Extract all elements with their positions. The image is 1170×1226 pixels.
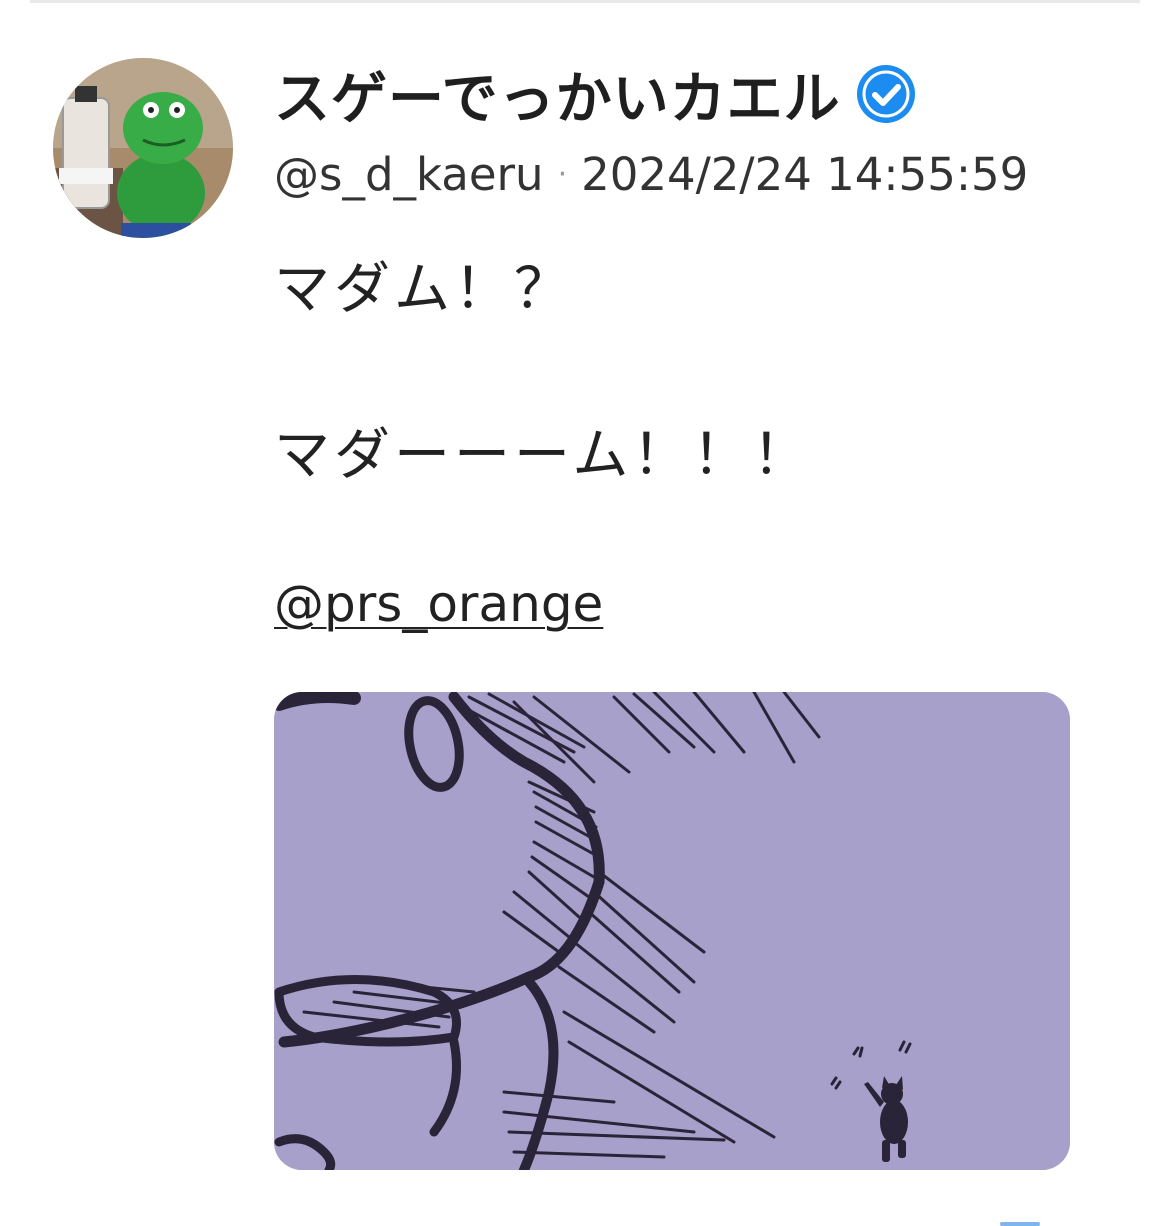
post-body-line-1: マダム！？ xyxy=(274,257,574,322)
post-media-image[interactable] xyxy=(274,692,1070,1170)
frog-figure-avatar-icon xyxy=(53,58,233,238)
author-handle[interactable]: @s_d_kaeru xyxy=(274,148,544,201)
post-timestamp[interactable]: 2024/2/24 14:55:59 xyxy=(581,148,1028,201)
post-body-line-2: マダーーーム！！！ xyxy=(274,423,813,488)
author-avatar[interactable] xyxy=(53,58,233,238)
author-display-name[interactable]: スゲーでっかいカエル xyxy=(274,54,841,135)
verified-badge-icon xyxy=(856,65,915,123)
top-divider xyxy=(30,0,1140,3)
post-meta: @s_d_kaeru · 2024/2/24 14:55:59 xyxy=(274,146,1028,202)
illustration-image xyxy=(274,692,1070,1170)
mention-link[interactable]: @prs_orange xyxy=(274,575,603,633)
meta-separator: · xyxy=(557,156,568,192)
author-name-row: スゲーでっかいカエル xyxy=(274,58,915,132)
next-item-hint xyxy=(1000,1222,1040,1226)
